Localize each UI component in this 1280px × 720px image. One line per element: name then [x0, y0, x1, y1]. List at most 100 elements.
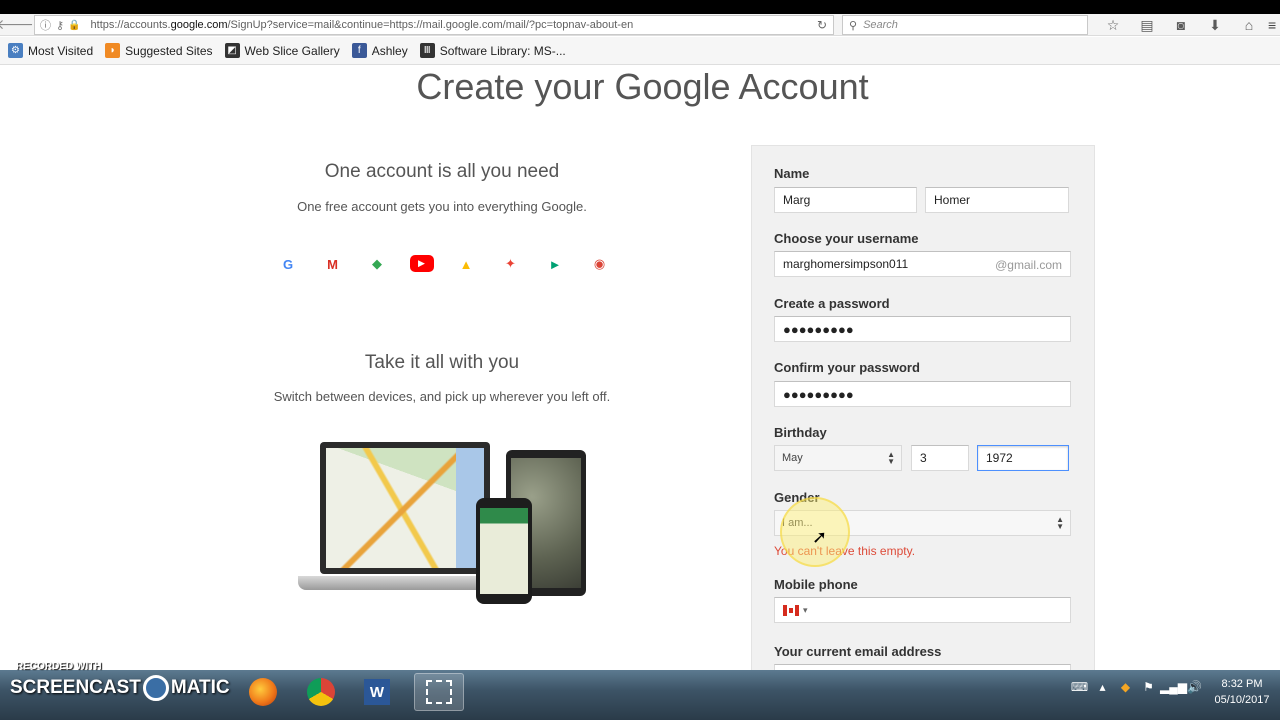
current-email-label: Your current email address	[774, 644, 942, 659]
birth-day-field[interactable]: 3	[911, 445, 969, 471]
recorded-with-label: RECORDED WITH	[16, 661, 102, 672]
keyboard-icon[interactable]: ⌨	[1068, 680, 1091, 694]
chrome-icon	[307, 678, 335, 706]
firefox-icon	[249, 678, 277, 706]
info-text-take-it-all: Switch between devices, and pick up wher…	[273, 389, 611, 404]
laptop-screen	[320, 442, 490, 574]
window-top-strip	[0, 0, 1280, 14]
google-icon: G	[282, 256, 294, 272]
username-value: marghomersimpson011	[783, 257, 909, 271]
confirm-password-field[interactable]: ●●●●●●●●●	[774, 381, 1071, 407]
reload-icon[interactable]: ↻	[817, 18, 827, 32]
logo-text-right: MATIC	[170, 677, 230, 698]
toolbar-icons: ☆ ▤ ◙ ⬇ ⌂	[1096, 14, 1266, 36]
search-placeholder: Search	[863, 19, 898, 31]
info-heading-take-it-all: Take it all with you	[364, 352, 520, 373]
logo-text-left: SCREENCAST	[10, 677, 141, 698]
photos-icon: ✦	[505, 256, 516, 271]
bookmark-ashley[interactable]: f Ashley	[351, 43, 408, 58]
web-slice-icon: ◩	[224, 43, 240, 58]
bookmark-web-slice-gallery[interactable]: ◩ Web Slice Gallery	[224, 43, 340, 58]
birth-month-value: May	[782, 452, 803, 464]
bookmark-label: Suggested Sites	[125, 43, 213, 58]
mouse-pointer-icon: ➚	[812, 527, 828, 547]
last-name-field[interactable]: Homer	[925, 187, 1069, 213]
taskbar-clock[interactable]: 8:32 PM 05/10/2017	[1212, 676, 1272, 708]
bookmark-software-library[interactable]: Ⅲ Software Library: MS-...	[419, 43, 566, 58]
name-label: Name	[774, 166, 810, 181]
chrome-taskbar-button[interactable]	[296, 673, 346, 711]
home-icon[interactable]: ⌂	[1232, 17, 1266, 33]
canada-flag-icon[interactable]	[783, 604, 799, 616]
download-icon[interactable]: ⬇	[1198, 17, 1232, 34]
firefox-taskbar-button[interactable]	[238, 673, 288, 711]
word-taskbar-button[interactable]: W	[352, 673, 402, 711]
mobile-phone-label: Mobile phone	[774, 577, 858, 592]
bookmark-label: Software Library: MS-...	[439, 43, 566, 58]
username-label: Choose your username	[774, 231, 919, 246]
system-tray: ⌨ ▴ ◆ ⚑ ▂▄▆ 🔊	[1068, 680, 1206, 694]
phone-device	[476, 498, 532, 604]
key-icon[interactable]: ⚷	[56, 19, 64, 32]
drive-icon: ▲	[459, 256, 473, 272]
show-hidden-icons-arrow[interactable]: ▴	[1091, 680, 1114, 694]
first-name-field[interactable]: Marg	[774, 187, 917, 213]
clock-date: 05/10/2017	[1214, 694, 1270, 706]
reading-list-icon[interactable]: ▤	[1130, 17, 1164, 34]
address-bar[interactable]: ⓘ ⚷ 🔒 https://accounts.google.com/SignUp…	[34, 15, 834, 35]
info-heading-one-account: One account is all you need	[324, 161, 560, 182]
facebook-icon: f	[351, 43, 367, 58]
bookmark-suggested-sites[interactable]: ◗ Suggested Sites	[105, 43, 213, 58]
navigation-toolbar: 🡐 ⓘ ⚷ 🔒 https://accounts.google.com/Sign…	[0, 14, 1280, 36]
product-icons-row: G M ◆ ▶ ▲ ✦ ► ◉	[276, 252, 632, 276]
screencast-o-matic-logo: SCREENCAST MATIC	[10, 675, 230, 701]
snipping-tool-taskbar-button[interactable]	[414, 673, 464, 711]
bookmark-most-visited[interactable]: ⚙ Most Visited	[8, 43, 93, 58]
devices-illustration	[298, 440, 590, 606]
birthday-label: Birthday	[774, 425, 827, 440]
select-arrows-icon: ▲ ▼	[1056, 515, 1064, 531]
mobile-phone-field[interactable]: ▾	[774, 597, 1071, 623]
signup-form-card	[751, 145, 1095, 675]
info-icon[interactable]: ⓘ	[40, 17, 51, 33]
app-tray-icon[interactable]: ◆	[1114, 680, 1137, 694]
url-text[interactable]: https://accounts.google.com/SignUp?servi…	[91, 19, 634, 31]
bookmark-label: Ashley	[371, 43, 408, 58]
birth-month-select[interactable]: May ▲ ▼	[774, 445, 902, 471]
pocket-icon[interactable]: ◙	[1164, 17, 1198, 33]
password-label: Create a password	[774, 296, 890, 311]
library-icon: Ⅲ	[419, 43, 435, 58]
search-icon: ⚲	[849, 19, 858, 32]
page-title: Create your Google Account	[416, 66, 869, 107]
bookmark-star-icon[interactable]: ☆	[1096, 17, 1130, 34]
info-text-one-account: One free account gets you into everythin…	[297, 199, 587, 214]
play-icon: ►	[548, 256, 562, 272]
menu-icon[interactable]: ≡	[1268, 17, 1276, 33]
password-field[interactable]: ●●●●●●●●●	[774, 316, 1071, 342]
volume-icon[interactable]: 🔊	[1183, 680, 1206, 694]
network-icon[interactable]: ▂▄▆	[1160, 680, 1187, 694]
bookmark-label: Most Visited	[28, 43, 94, 58]
gmail-icon: M	[327, 256, 338, 272]
action-center-icon[interactable]: ⚑	[1137, 680, 1160, 694]
chrome-icon: ◉	[593, 256, 606, 271]
bookmark-label: Web Slice Gallery	[244, 43, 340, 58]
gear-icon: ⚙	[8, 43, 23, 58]
youtube-icon: ▶	[409, 255, 434, 272]
birth-year-field[interactable]: 1972	[977, 445, 1069, 471]
confirm-password-label: Confirm your password	[774, 360, 920, 375]
snipping-tool-icon	[426, 680, 452, 704]
select-arrows-icon: ▲ ▼	[887, 450, 895, 466]
word-icon: W	[364, 679, 390, 705]
country-dropdown-arrow[interactable]: ▾	[803, 605, 808, 616]
gmail-suffix: @gmail.com	[995, 258, 1062, 272]
bookmarks-toolbar: ⚙ Most Visited ◗ Suggested Sites ◩ Web S…	[0, 37, 1280, 65]
maps-icon: ◆	[372, 256, 382, 271]
suggested-sites-icon: ◗	[105, 43, 121, 58]
username-field[interactable]: marghomersimpson011 @gmail.com	[774, 251, 1071, 277]
lock-icon[interactable]: 🔒	[68, 20, 80, 31]
back-arrow-icon[interactable]: 🡐	[0, 14, 34, 36]
logo-circle-icon	[142, 675, 169, 701]
search-input[interactable]: ⚲ Search	[842, 15, 1088, 35]
clock-time: 8:32 PM	[1221, 678, 1263, 690]
